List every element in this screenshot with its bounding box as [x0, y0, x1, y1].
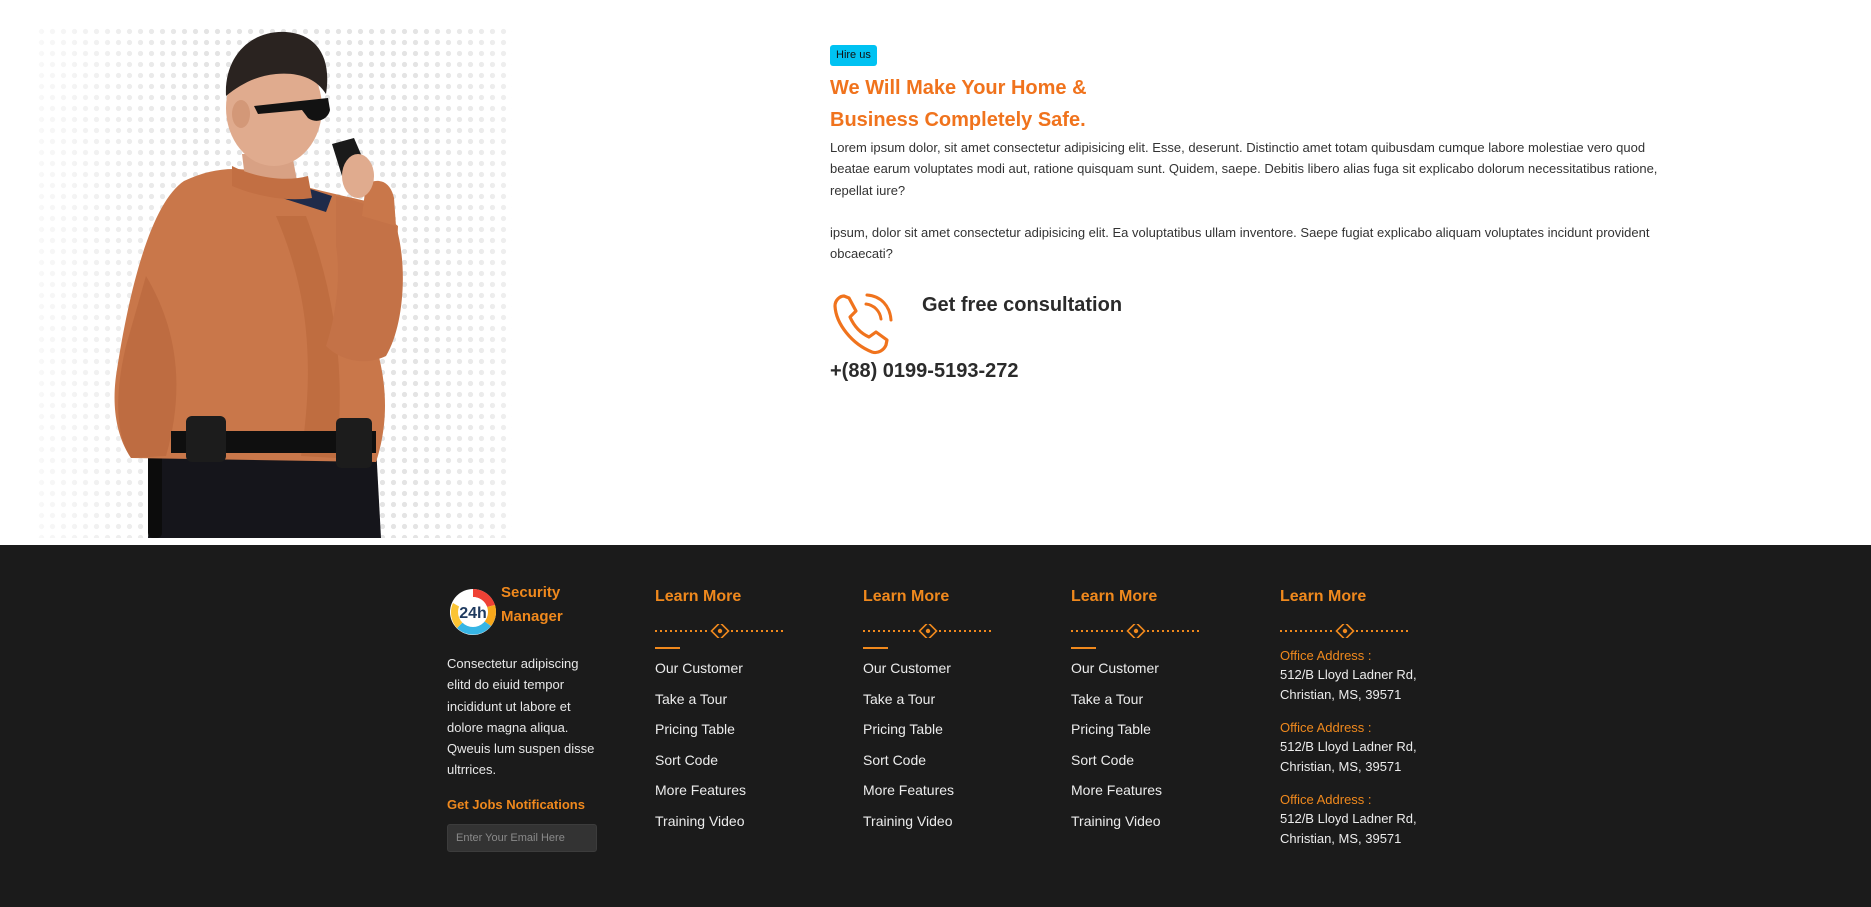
address-text: 512/B Lloyd Ladner Rd, Christian, MS, 39…	[1280, 739, 1417, 774]
footer-link-list: Our Customer Take a Tour Pricing Table S…	[1071, 660, 1251, 829]
phone-ringing-icon	[833, 293, 893, 355]
column-title: Learn More	[863, 588, 950, 605]
link-sort-code[interactable]: Sort Code	[863, 752, 1043, 768]
brand-name: Security Manager	[501, 584, 563, 625]
hero-paragraph-1: Lorem ipsum dolor, sit amet consectetur …	[830, 140, 1658, 198]
dotted-ornament-divider	[655, 624, 785, 638]
brand-description: Consectetur adipiscing elitd do eiuid te…	[447, 656, 595, 778]
footer-column-3: Learn More Our Customer Take a Tour Pric…	[1071, 587, 1251, 843]
jobs-notification-title: Get Jobs Notifications	[447, 796, 585, 812]
link-take-a-tour[interactable]: Take a Tour	[1071, 691, 1251, 707]
consultation-block: Get free consultation	[830, 290, 1675, 356]
dotted-ornament-divider	[863, 624, 993, 638]
address-list: Office Address : 512/B Lloyd Ladner Rd, …	[1280, 647, 1460, 848]
brand-logo-row[interactable]: 24h Security Manager	[447, 584, 607, 637]
address-text: 512/B Lloyd Ladner Rd, Christian, MS, 39…	[1280, 667, 1417, 702]
link-pricing-table[interactable]: Pricing Table	[655, 721, 835, 737]
dotted-ornament-divider	[1071, 624, 1201, 638]
link-our-customer[interactable]: Our Customer	[655, 660, 835, 676]
address-label: Office Address :	[1280, 648, 1372, 663]
accent-underline	[655, 647, 680, 649]
link-sort-code[interactable]: Sort Code	[1071, 752, 1251, 768]
hero-text-block: Hire us We Will Make Your Home & Busines…	[830, 45, 1675, 383]
footer-contact-column: Learn More Office Address : 512/B Lloyd …	[1280, 587, 1460, 863]
footer-column-2: Learn More Our Customer Take a Tour Pric…	[863, 587, 1043, 843]
link-training-video[interactable]: Training Video	[863, 813, 1043, 829]
link-more-features[interactable]: More Features	[1071, 782, 1251, 798]
link-more-features[interactable]: More Features	[863, 782, 1043, 798]
phone-number[interactable]: +(88) 0199-5193-272	[830, 360, 1675, 383]
site-footer: 24h Security Manager Consectetur adipisc…	[0, 545, 1871, 907]
link-our-customer[interactable]: Our Customer	[1071, 660, 1251, 676]
link-pricing-table[interactable]: Pricing Table	[1071, 721, 1251, 737]
link-sort-code[interactable]: Sort Code	[655, 752, 835, 768]
link-more-features[interactable]: More Features	[655, 782, 835, 798]
hero-section: Hire us We Will Make Your Home & Busines…	[0, 0, 1871, 545]
address-label: Office Address :	[1280, 792, 1372, 807]
link-take-a-tour[interactable]: Take a Tour	[655, 691, 835, 707]
svg-text:24h: 24h	[459, 605, 487, 622]
link-take-a-tour[interactable]: Take a Tour	[863, 691, 1043, 707]
address-label: Office Address :	[1280, 720, 1372, 735]
link-training-video[interactable]: Training Video	[655, 813, 835, 829]
24h-logo-icon: 24h	[450, 588, 496, 635]
security-guard-illustration	[114, 31, 403, 538]
accent-underline	[1071, 647, 1096, 649]
column-title: Learn More	[1071, 588, 1158, 605]
hire-us-badge[interactable]: Hire us	[830, 45, 877, 66]
footer-column-1: Learn More Our Customer Take a Tour Pric…	[655, 587, 835, 843]
column-title: Learn More	[1280, 588, 1367, 605]
footer-link-list: Our Customer Take a Tour Pricing Table S…	[863, 660, 1043, 829]
link-training-video[interactable]: Training Video	[1071, 813, 1251, 829]
email-input[interactable]	[447, 823, 597, 852]
footer-brand: 24h Security Manager Consectetur adipisc…	[447, 584, 607, 852]
link-our-customer[interactable]: Our Customer	[863, 660, 1043, 676]
column-title: Learn More	[655, 588, 742, 605]
address-text: 512/B Lloyd Ladner Rd, Christian, MS, 39…	[1280, 811, 1417, 846]
dotted-ornament-divider	[1280, 624, 1410, 638]
footer-link-list: Our Customer Take a Tour Pricing Table S…	[655, 660, 835, 829]
consultation-label: Get free consultation	[922, 294, 1123, 317]
guard-image	[36, 26, 512, 538]
hero-paragraph-2: ipsum, dolor sit amet consectetur adipis…	[830, 224, 1650, 262]
hero-title: We Will Make Your Home & Business Comple…	[830, 77, 1087, 131]
accent-underline	[863, 647, 888, 649]
link-pricing-table[interactable]: Pricing Table	[863, 721, 1043, 737]
